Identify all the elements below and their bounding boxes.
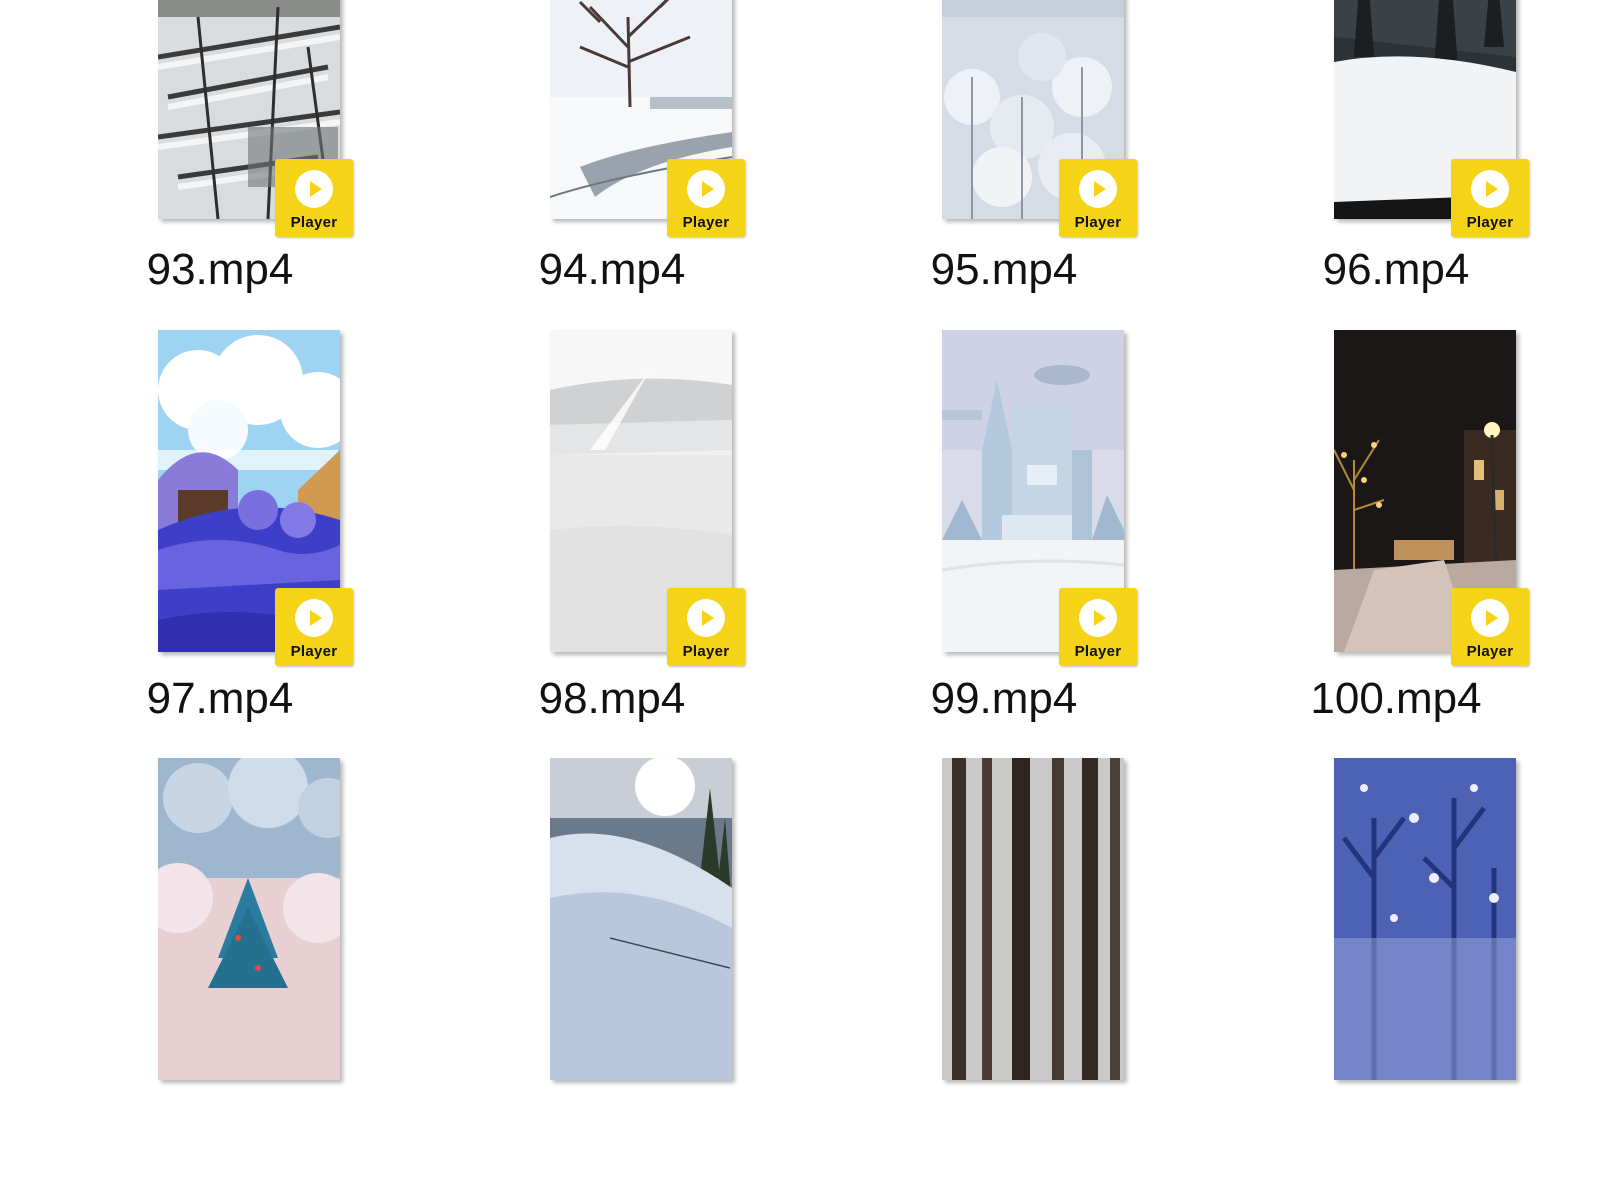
player-badge-label: Player: [1466, 214, 1514, 231]
player-badge: Player: [667, 588, 745, 666]
file-item-95[interactable]: Player 95.mp4: [824, 0, 1184, 325]
file-item-99[interactable]: Player 99.mp4: [824, 330, 1184, 758]
player-badge-label: Player: [682, 643, 730, 660]
player-badge-label: Player: [290, 214, 338, 231]
player-badge: Player: [1451, 588, 1529, 666]
player-badge-label: Player: [1074, 214, 1122, 231]
player-badge: Player: [1451, 159, 1529, 237]
file-name: 93.mp4: [146, 245, 294, 294]
player-badge-label: Player: [682, 214, 730, 231]
file-item-93[interactable]: Player 93.mp4: [40, 0, 400, 325]
file-item[interactable]: [824, 758, 1184, 1186]
file-name: 98.mp4: [538, 674, 686, 723]
player-badge: Player: [275, 588, 353, 666]
play-icon: [295, 599, 333, 637]
file-item-94[interactable]: Player 94.mp4: [432, 0, 792, 325]
video-thumbnail[interactable]: [942, 758, 1124, 1080]
play-icon: [687, 170, 725, 208]
video-thumbnail[interactable]: [550, 758, 732, 1080]
play-icon: [295, 170, 333, 208]
file-item-98[interactable]: Player 98.mp4: [432, 330, 792, 758]
file-name: 94.mp4: [538, 245, 686, 294]
play-icon: [1471, 170, 1509, 208]
file-name: 95.mp4: [930, 245, 1078, 294]
file-item-97[interactable]: Player 97.mp4: [40, 330, 400, 758]
player-badge-label: Player: [1074, 643, 1122, 660]
play-icon: [1079, 599, 1117, 637]
player-badge-label: Player: [290, 643, 338, 660]
file-name: 97.mp4: [146, 674, 294, 723]
video-thumbnail[interactable]: [1334, 758, 1516, 1080]
file-item[interactable]: [432, 758, 792, 1186]
player-badge: Player: [667, 159, 745, 237]
file-name: 100.mp4: [1310, 674, 1482, 723]
file-grid: Player 93.mp4 Player 94.mp4 Player 95.mp…: [0, 0, 1600, 1080]
player-badge: Player: [1059, 159, 1137, 237]
player-badge-label: Player: [1466, 643, 1514, 660]
file-name: 96.mp4: [1322, 245, 1470, 294]
player-badge: Player: [1059, 588, 1137, 666]
file-name: 99.mp4: [930, 674, 1078, 723]
play-icon: [1471, 599, 1509, 637]
file-item-100[interactable]: Player 100.mp4: [1216, 330, 1576, 758]
file-item[interactable]: [1216, 758, 1576, 1186]
play-icon: [1079, 170, 1117, 208]
file-item-96[interactable]: Player 96.mp4: [1216, 0, 1576, 325]
player-badge: Player: [275, 159, 353, 237]
play-icon: [687, 599, 725, 637]
video-thumbnail[interactable]: [158, 758, 340, 1080]
file-item[interactable]: [40, 758, 400, 1186]
